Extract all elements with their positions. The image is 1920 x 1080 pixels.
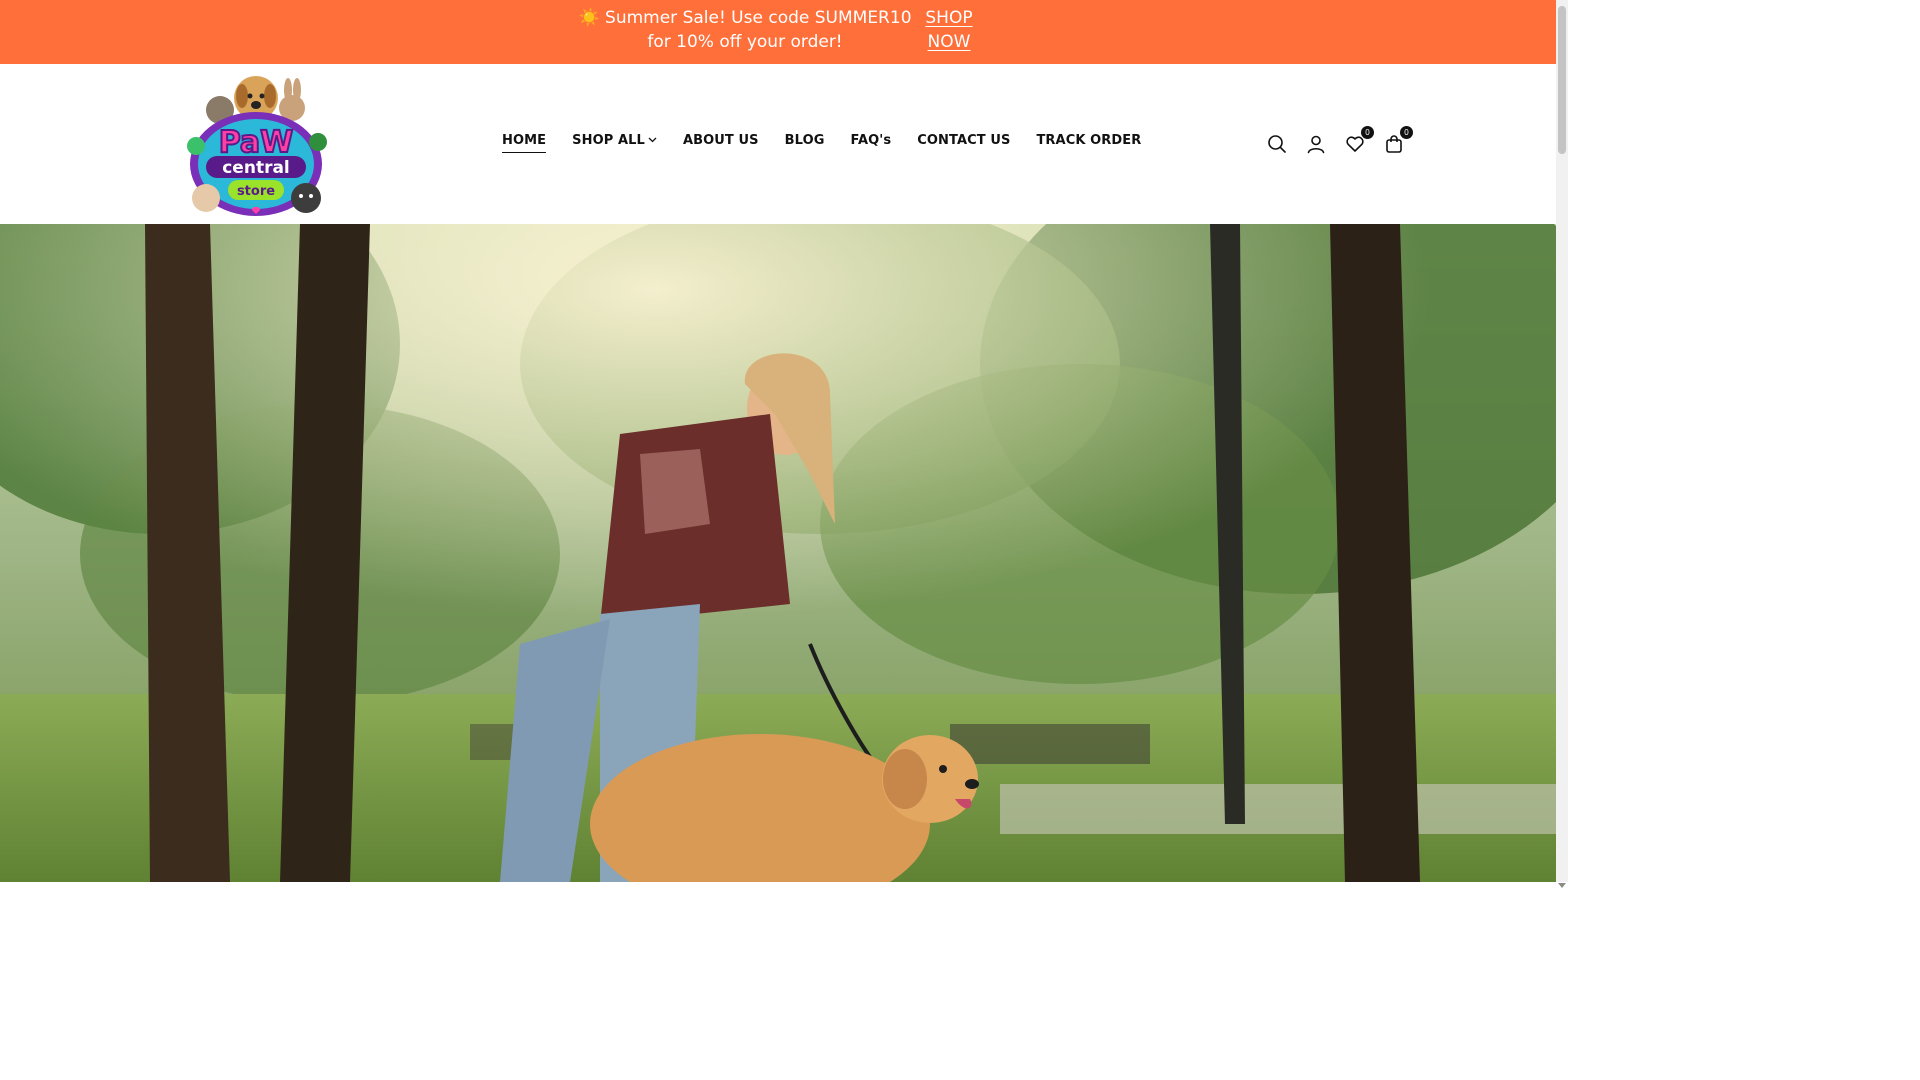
shop-now-link[interactable]: SHOP NOW bbox=[922, 6, 976, 54]
nav-track-order-label: TRACK ORDER bbox=[1036, 133, 1142, 148]
svg-text:central: central bbox=[222, 158, 290, 178]
nav-track-order[interactable]: TRACK ORDER bbox=[1036, 133, 1141, 153]
scroll-thumb[interactable] bbox=[1558, 6, 1566, 154]
account-button[interactable] bbox=[1305, 133, 1327, 155]
nav-home[interactable]: HOME bbox=[502, 133, 547, 153]
nav-faqs[interactable]: FAQ's bbox=[851, 133, 892, 153]
nav-blog[interactable]: BLOG bbox=[785, 133, 825, 153]
main-nav: HOME SHOP ALL ABOUT US BLOG FAQ's CONTAC… bbox=[502, 133, 1141, 153]
nav-about-us[interactable]: ABOUT US bbox=[683, 133, 759, 153]
chevron-down-icon bbox=[648, 137, 657, 146]
svg-text:store: store bbox=[237, 184, 275, 199]
announcement-bar: ☀️ Summer Sale! Use code SUMMER10 for 10… bbox=[0, 0, 1556, 64]
nav-shop-all[interactable]: SHOP ALL bbox=[572, 133, 657, 153]
svg-text:PaW: PaW bbox=[219, 125, 294, 160]
page-scrollbar[interactable] bbox=[1556, 0, 1568, 888]
scroll-down-icon[interactable] bbox=[1558, 874, 1566, 888]
nav-contact-us[interactable]: CONTACT US bbox=[917, 133, 1010, 153]
site-header: PaW central store HOME SHOP ALL ABOUT US bbox=[0, 64, 1556, 224]
wishlist-count-badge: 0 bbox=[1361, 126, 1374, 139]
nav-faqs-label: FAQ's bbox=[850, 133, 892, 148]
nav-contact-us-label: CONTACT US bbox=[917, 133, 1011, 148]
nav-shop-all-label: SHOP ALL bbox=[572, 133, 645, 148]
header-icons: 0 0 bbox=[1266, 126, 1413, 155]
account-icon bbox=[1307, 135, 1325, 154]
announcement-text: ☀️ Summer Sale! Use code SUMMER10 for 10… bbox=[578, 8, 912, 52]
hero-banner[interactable] bbox=[0, 224, 1556, 882]
cart-button[interactable]: 0 bbox=[1383, 126, 1413, 155]
cart-count-badge: 0 bbox=[1400, 126, 1413, 139]
hero-image bbox=[0, 224, 1556, 882]
nav-home-label: HOME bbox=[502, 133, 547, 148]
search-icon bbox=[1268, 135, 1286, 153]
search-button[interactable] bbox=[1266, 133, 1288, 155]
paw-central-logo-icon: PaW central store bbox=[187, 76, 327, 216]
logo[interactable]: PaW central store bbox=[184, 72, 328, 218]
nav-about-us-label: ABOUT US bbox=[682, 133, 759, 148]
nav-blog-label: BLOG bbox=[784, 133, 825, 148]
wishlist-button[interactable]: 0 bbox=[1344, 126, 1374, 155]
